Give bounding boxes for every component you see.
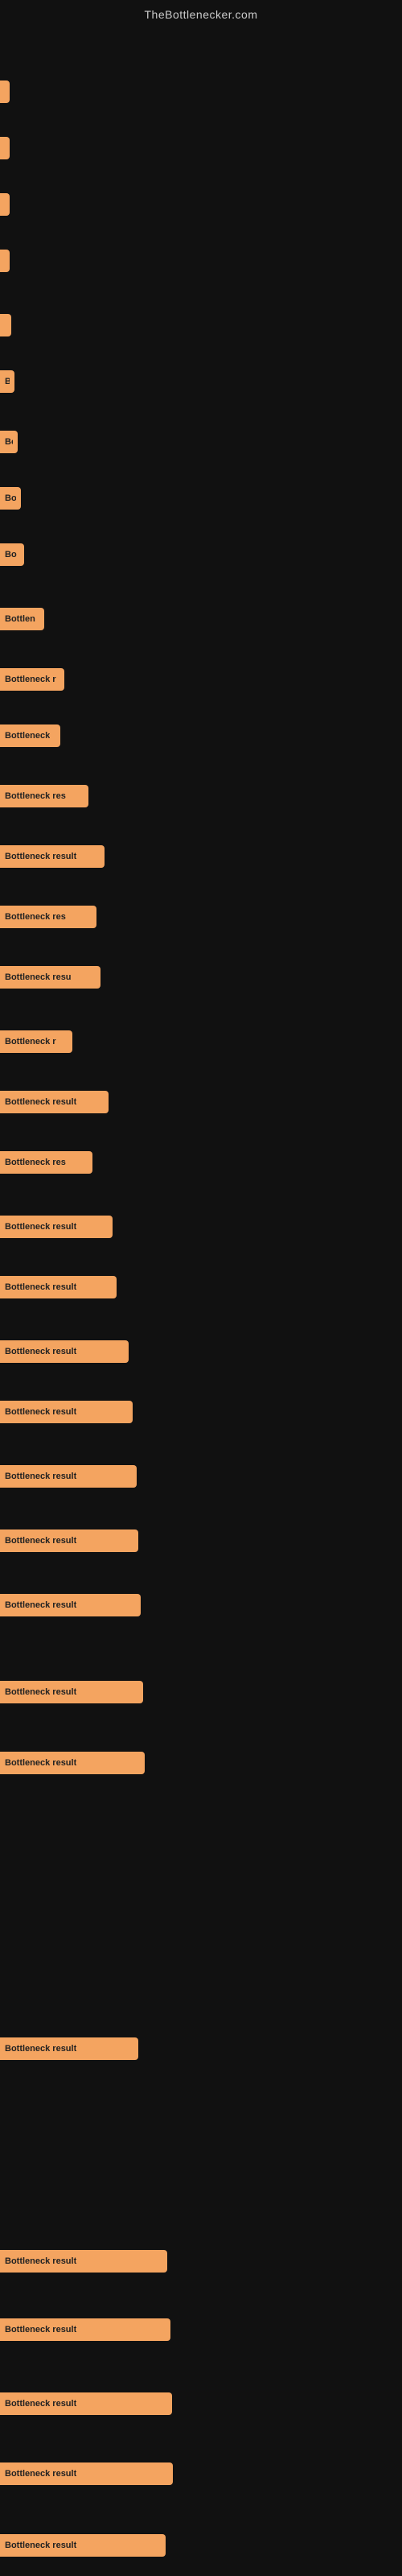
bar-row [0,80,10,103]
bar-row: Bottleneck result [0,1276,117,1298]
bar-row: Bottleneck result [0,2037,138,2060]
bar-row: Bottleneck result [0,845,105,868]
bar-row: Bottleneck result [0,2462,173,2485]
bar-row: Bo [0,431,18,453]
bar-label: Bo [5,437,13,447]
bar-row: Bottleneck res [0,1151,92,1174]
bar-row: Bottleneck result [0,2318,170,2341]
bar-row: Bottleneck r [0,1030,72,1053]
bar-row: Bottlen [0,608,44,630]
bar-row: Bottleneck res [0,906,96,928]
site-title: TheBottlenecker.com [0,0,402,25]
bar-row [0,193,10,216]
bar-label: B [5,377,10,386]
bar-label: Bo [5,493,16,503]
bar-label: Bottleneck result [5,1407,76,1417]
bar-row: Bottleneck result [0,1681,143,1703]
bar-row: Bottleneck result [0,1216,113,1238]
bar-label: Bottlen [5,614,35,624]
bar-label: Bottleneck result [5,2256,76,2266]
bar-row: Bottleneck result [0,2250,167,2273]
bar-row: Bottleneck result [0,1091,109,1113]
bar-label: Bottleneck result [5,1222,76,1232]
bar-label: Bottleneck result [5,2469,76,2479]
bar-label: Bottleneck r [5,675,56,684]
bar-row: B [0,370,14,393]
bar-label: Bottleneck result [5,1282,76,1292]
bar-label: Bottleneck res [5,1158,66,1167]
bar-row: Bottleneck res [0,785,88,807]
bar-label: Bottleneck resu [5,972,72,982]
bar-label: Bottleneck result [5,2325,76,2334]
bar-row [0,314,11,336]
bar-row [0,137,10,159]
bar-row [0,250,10,272]
bar-row: Bo [0,543,24,566]
bar-label: Bottleneck result [5,1758,76,1768]
bar-label: Bottleneck result [5,2044,76,2054]
bar-row: Bottleneck result [0,1530,138,1552]
bar-label: Bottleneck result [5,1472,76,1481]
bar-row: Bottleneck r [0,668,64,691]
bar-row: Bottleneck result [0,2392,172,2415]
bar-label: Bottleneck result [5,1600,76,1610]
bar-label: Bottleneck result [5,2399,76,2409]
chart-area: TheBottlenecker.com B Bo Bo Bo Bottlen Bottle… [0,0,402,2576]
bar-label: Bottleneck [5,731,50,741]
bar-row: Bottleneck [0,724,60,747]
bar-row: Bottleneck result [0,1594,141,1616]
bar-label: Bo [5,550,17,559]
bar-label: Bottleneck result [5,1536,76,1546]
bar-label: Bottleneck result [5,1347,76,1356]
bar-label: Bottleneck res [5,791,66,801]
bar-row: Bottleneck resu [0,966,100,989]
bar-row: Bo [0,487,21,510]
bar-label: Bottleneck res [5,912,66,922]
bar-row: Bottleneck result [0,1401,133,1423]
bar-label: Bottleneck r [5,1037,56,1046]
bar-label: Bottleneck result [5,2541,76,2550]
bar-label: Bottleneck result [5,1097,76,1107]
bar-row: Bottleneck result [0,1340,129,1363]
bar-label: Bottleneck result [5,1687,76,1697]
bar-row: Bottleneck result [0,2534,166,2557]
bar-row: Bottleneck result [0,1752,145,1774]
bar-row: Bottleneck result [0,1465,137,1488]
bar-label: Bottleneck result [5,852,76,861]
